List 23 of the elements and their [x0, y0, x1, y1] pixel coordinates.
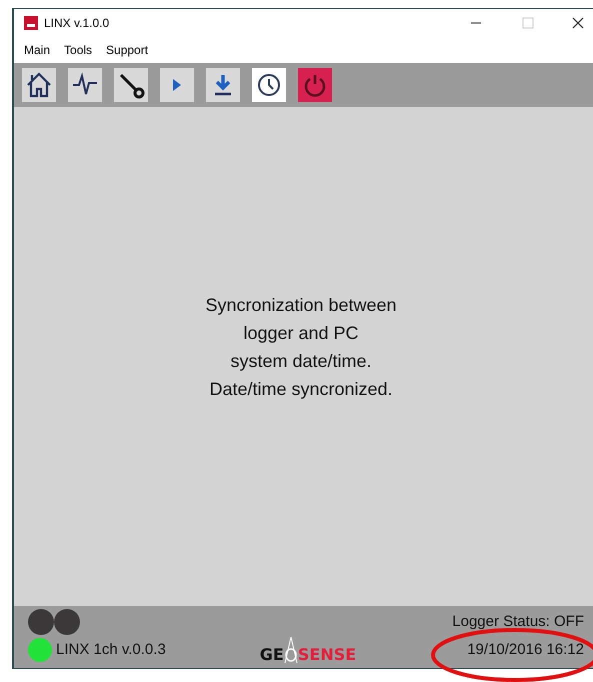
- message-line: Date/time syncronized.: [209, 378, 393, 401]
- toolbar-button[interactable]: [114, 68, 148, 102]
- company-logo: GE SENSE: [260, 637, 356, 663]
- house-icon: [25, 71, 53, 99]
- message-line: logger and PC: [243, 322, 359, 345]
- toolbar-button[interactable]: [206, 68, 240, 102]
- date-time: 19/10/2016 16:12: [467, 640, 584, 660]
- menu-item[interactable]: Tools: [64, 41, 92, 59]
- toolbar-button[interactable]: [252, 68, 286, 102]
- wrench-icon: [117, 71, 145, 99]
- message-line: Syncronization between: [205, 294, 397, 317]
- logger-status: Logger Status: OFF: [452, 612, 584, 632]
- device-version: LINX 1ch v.0.0.3: [56, 640, 166, 660]
- clock-icon: [255, 71, 283, 99]
- menu-item[interactable]: Main: [24, 41, 50, 59]
- toolbar-button[interactable]: [22, 68, 56, 102]
- play-icon: [173, 79, 181, 91]
- toolbar-button[interactable]: [68, 68, 102, 102]
- app-logo-icon: [24, 16, 38, 30]
- menu-item[interactable]: Support: [106, 41, 148, 59]
- message-line: system date/time.: [230, 350, 372, 373]
- close-icon[interactable]: [572, 17, 584, 29]
- window-title: LINX v.1.0.0: [44, 15, 110, 32]
